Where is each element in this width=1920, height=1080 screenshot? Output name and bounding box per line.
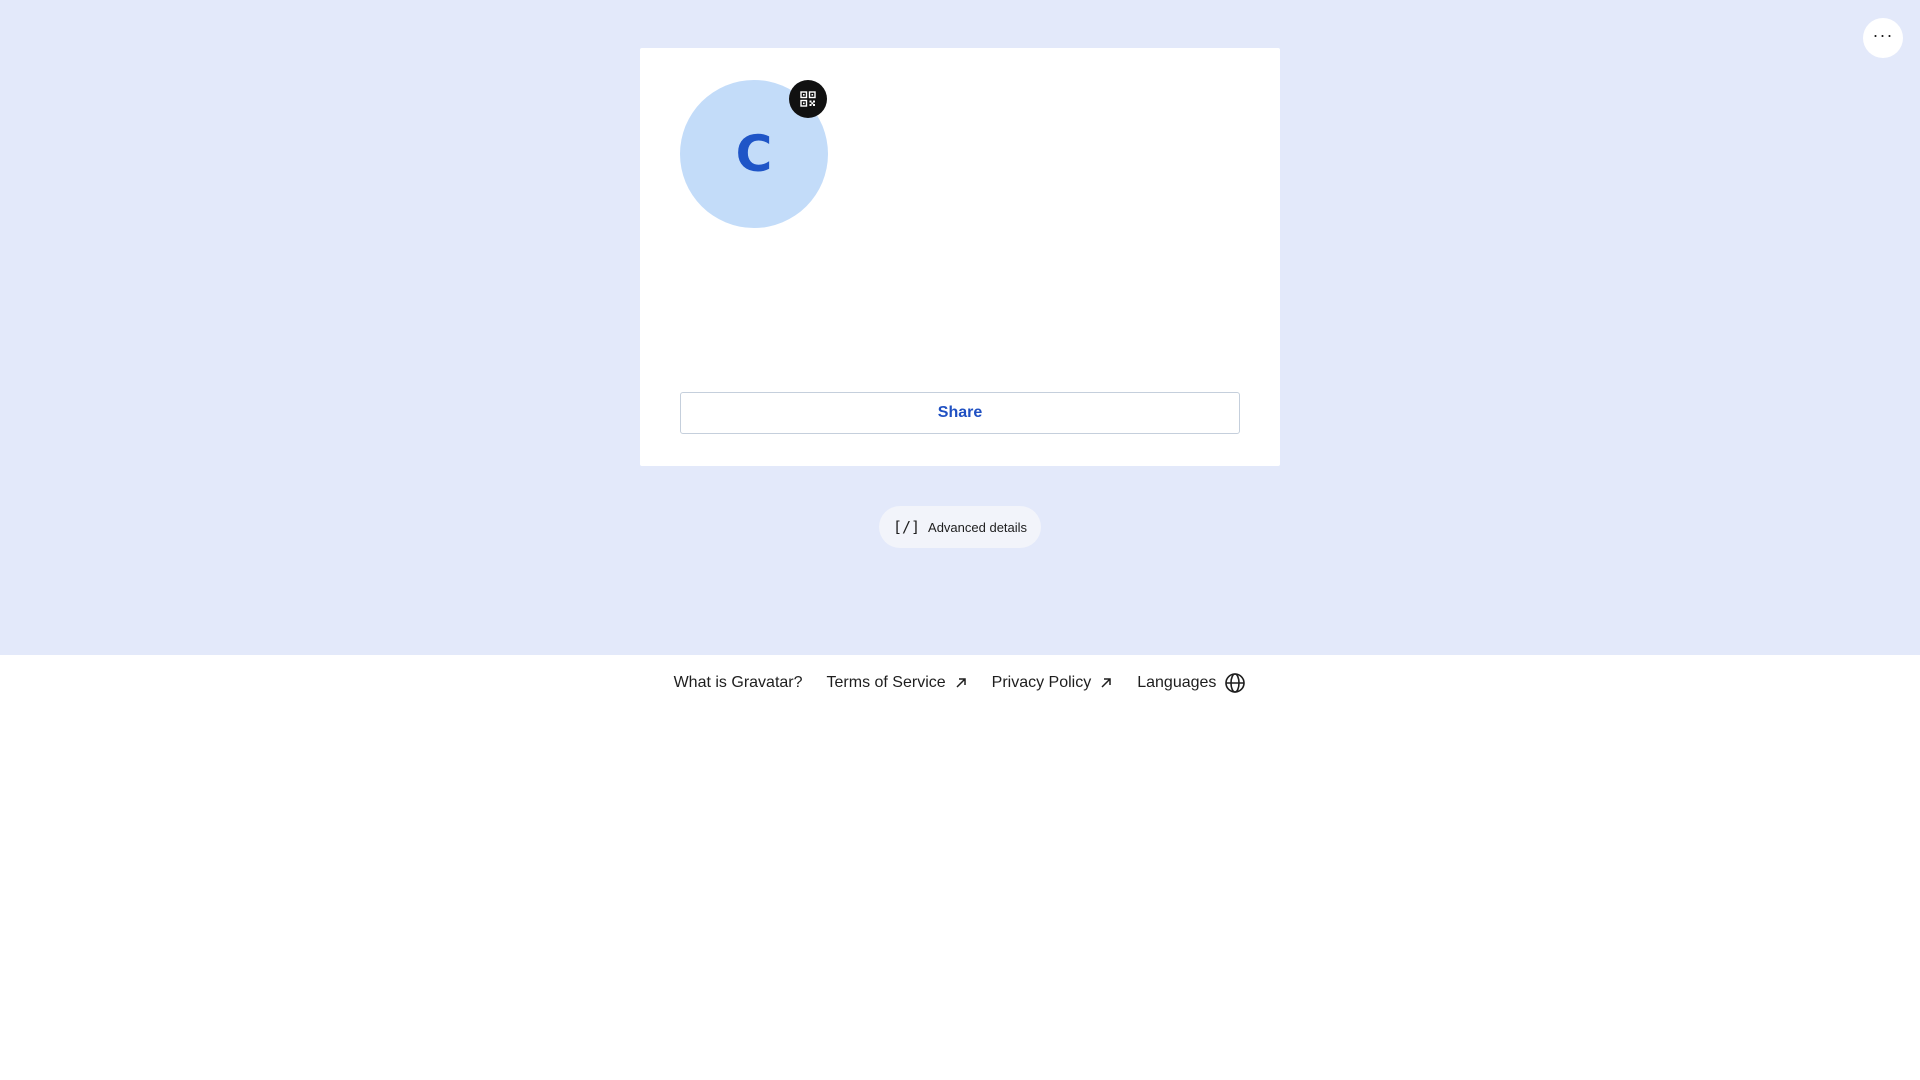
more-horizontal-icon: ··· <box>1872 25 1894 45</box>
footer-link-label: Privacy Policy <box>991 674 1092 691</box>
qr-code-button[interactable] <box>789 80 827 118</box>
external-arrow-icon <box>956 678 966 688</box>
footer-link-what-is-gravatar[interactable]: What is Gravatar? <box>674 674 803 692</box>
more-options-button[interactable]: ··· <box>1863 18 1903 58</box>
advanced-details-label: Advanced details <box>928 519 1028 535</box>
external-arrow-icon <box>1101 678 1111 688</box>
footer-link-label: Languages <box>1137 674 1217 691</box>
avatar-initial: C <box>735 125 773 183</box>
footer-link-label: What is Gravatar? <box>673 674 803 691</box>
footer-link-label: Terms of Service <box>826 674 946 691</box>
qr-code-icon <box>800 91 816 107</box>
globe-icon <box>1225 673 1246 693</box>
profile-background: ··· C Share [/] Advanced details <box>0 0 1920 655</box>
footer-nav: What is Gravatar? Terms of Service Priva… <box>0 655 1920 711</box>
profile-card: C Share <box>640 48 1280 466</box>
share-button[interactable]: Share <box>680 392 1240 434</box>
code-brackets-icon: [/] <box>892 518 921 536</box>
footer-link-languages[interactable]: Languages <box>1137 672 1246 694</box>
footer-link-privacy[interactable]: Privacy Policy <box>992 674 1114 692</box>
footer-link-terms[interactable]: Terms of Service <box>827 674 968 692</box>
advanced-details-button[interactable]: [/] Advanced details <box>879 506 1041 548</box>
